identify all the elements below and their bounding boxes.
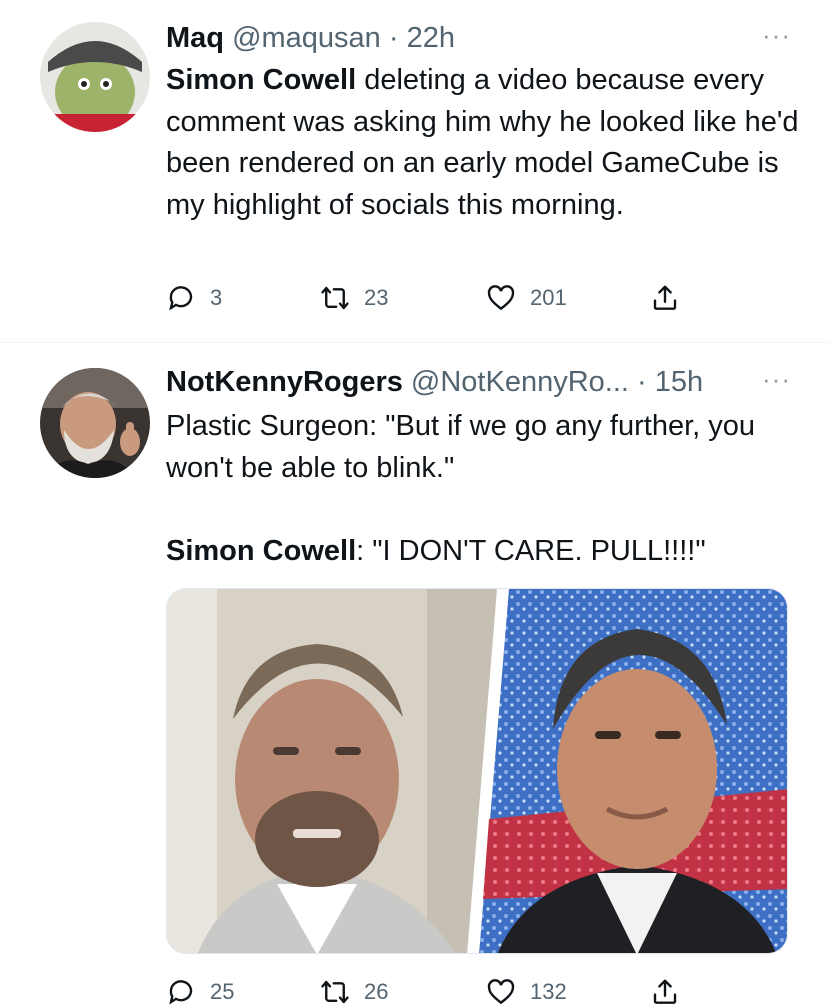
mention-text: Simon Cowell (166, 534, 357, 567)
display-name[interactable]: Maq (166, 22, 224, 54)
display-name[interactable]: NotKennyRogers (166, 366, 403, 398)
retweet-count: 23 (364, 285, 389, 310)
tweet-text: Simon Cowell deleting a video because ev… (166, 60, 806, 226)
more-options-icon[interactable]: ··· (762, 18, 791, 52)
like-button[interactable]: 132 (486, 974, 567, 1008)
avatar[interactable] (40, 22, 150, 132)
timestamp[interactable]: 15h (655, 366, 703, 398)
tweet-line: Simon Cowell: "I DON'T CARE. PULL!!!!" (166, 531, 806, 573)
tweet-header: Maq @maqusan · 22h ··· (166, 18, 809, 58)
retweet-count: 26 (364, 979, 389, 1004)
tweet[interactable]: NotKennyRogers @NotKennyRo... · 15h ··· … (0, 344, 829, 1008)
share-button[interactable] (650, 280, 694, 316)
reply-icon (169, 286, 193, 311)
action-bar: 3 23 201 (166, 280, 706, 316)
avatar[interactable] (40, 368, 150, 478)
like-count: 132 (530, 979, 567, 1004)
heart-icon (487, 979, 515, 1005)
retweet-icon (321, 286, 349, 310)
timestamp[interactable]: 22h (407, 22, 455, 54)
like-count: 201 (530, 285, 567, 310)
share-icon (653, 285, 677, 310)
separator-dot: · (388, 22, 399, 54)
tweet-media-image[interactable] (166, 588, 788, 954)
user-handle[interactable]: @NotKennyRo... (411, 366, 629, 398)
retweet-icon (321, 980, 349, 1004)
retweet-button[interactable]: 23 (320, 280, 388, 316)
separator-dot: · (637, 366, 647, 398)
action-bar: 25 26 132 (166, 974, 706, 1008)
user-handle[interactable]: @maqusan (232, 22, 381, 54)
heart-icon (487, 285, 515, 311)
retweet-button[interactable]: 26 (320, 974, 388, 1008)
reply-count: 25 (210, 979, 235, 1004)
tweet-body: : "I DON'T CARE. PULL!!!!" (356, 534, 706, 567)
reply-icon (169, 980, 193, 1005)
tweet-header: NotKennyRogers @NotKennyRo... · 15h ··· (166, 362, 809, 402)
share-icon (653, 979, 677, 1004)
share-button[interactable] (650, 974, 694, 1008)
mention-text: Simon Cowell (166, 64, 357, 96)
reply-button[interactable]: 3 (166, 280, 222, 316)
like-button[interactable]: 201 (486, 280, 567, 316)
reply-button[interactable]: 25 (166, 974, 234, 1008)
more-options-icon[interactable]: ··· (762, 362, 791, 396)
tweet-text: Plastic Surgeon: "But if we go any furth… (166, 406, 806, 572)
tweet[interactable]: Maq @maqusan · 22h ··· Simon Cowell dele… (0, 0, 829, 343)
reply-count: 3 (210, 285, 223, 310)
tweet-line: Plastic Surgeon: "But if we go any furth… (166, 410, 756, 484)
